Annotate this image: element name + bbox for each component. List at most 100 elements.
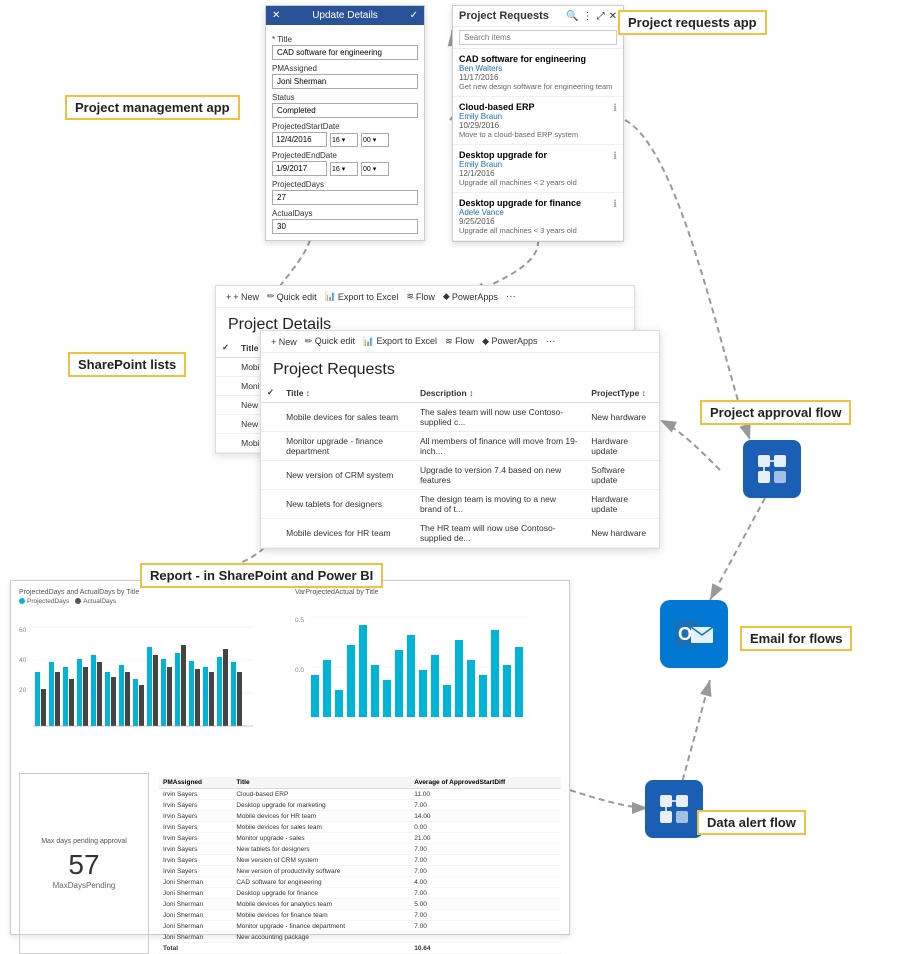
col-pm: PMAssigned [159, 777, 232, 789]
project-approval-flow-label: Project approval flow [700, 400, 851, 425]
proj-end-m[interactable]: 00 ▾ [361, 162, 389, 176]
toolbar-flow-2[interactable]: ≋ Flow [445, 336, 474, 347]
nested-project-requests: + New ✏ Quick edit 📊 Export to Excel ≋ F… [260, 330, 660, 549]
table-row: Irvin SayersDesktop upgrade for marketin… [159, 800, 561, 811]
email-for-flows-icon: O [660, 600, 728, 668]
report-lower: Max days pending approval 57 MaxDaysPend… [19, 773, 561, 954]
title-field[interactable]: CAD software for engineering [272, 45, 418, 60]
update-details-panel: ✕ Update Details ✓ * Title CAD software … [265, 5, 425, 241]
pm-assigned-field[interactable]: Joni Sherman [272, 74, 418, 89]
pr-item-3-person: Adele Vance [459, 208, 617, 217]
proj-end-label: ProjectedEndDate [272, 151, 418, 160]
col-check: ✓ [216, 338, 235, 358]
table-row: New tablets for designers The design tea… [261, 490, 659, 519]
table-row: Irvin SayersMobile devices for sales tea… [159, 822, 561, 833]
toolbar-quick-edit-2[interactable]: ✏ Quick edit [305, 336, 355, 347]
sp-toolbar-1: + + New ✏ Quick edit 📊 Export to Excel ≋… [216, 286, 634, 308]
y-axis-20: 20 [19, 687, 26, 694]
bar-chart-legend: ProjectedDays ActualDays [19, 598, 285, 605]
bar-chart: ProjectedDays and ActualDays by Title Pr… [19, 589, 285, 769]
table-row: Irvin SayersMobile devices for HR team14… [159, 811, 561, 822]
pr-item-0-person: Ben Walters [459, 64, 617, 73]
table-row: Joni ShermanCAD software for engineering… [159, 877, 561, 888]
report-area: ProjectedDays and ActualDays by Title Pr… [10, 580, 570, 935]
toolbar-new[interactable]: + + New [226, 292, 259, 302]
project-requests-list-title: Project Requests [261, 353, 659, 383]
table-row: Mobile devices for HR team The HR team w… [261, 519, 659, 548]
y-axis-60: 60 [19, 627, 26, 634]
pr-item-2-person: Emily Braun [459, 160, 617, 169]
proj-end-row: 1/9/2017 16 ▾ 00 ▾ [272, 161, 418, 176]
project-requests-table: ✓ Title ↕ Description ↕ ProjectType ↕ Mo… [261, 383, 659, 548]
col-title-r: Title [232, 777, 410, 789]
table-row: Joni ShermanMonitor upgrade - finance de… [159, 921, 561, 932]
line-chart: VarProjectedActual by Title 0.5 0.0 [295, 589, 561, 769]
project-requests-panel: Project Requests 🔍 ⋮ ⤢ ✕ CAD software fo… [452, 5, 624, 242]
status-field[interactable]: Completed [272, 103, 418, 118]
pr-panel-title: Project Requests [459, 10, 549, 22]
table-row: Joni ShermanMobile devices for analytics… [159, 899, 561, 910]
pr-item-1: ℹ Cloud-based ERP Emily Braun 10/29/2016… [453, 97, 623, 145]
table-row: Irvin SayersNew tablets for designers7.0… [159, 844, 561, 855]
email-for-flows-label: Email for flows [740, 626, 852, 651]
confirm-icon[interactable]: ✓ [410, 10, 418, 21]
line-y-05: 0.5 [295, 617, 304, 624]
toolbar-flow[interactable]: ≋ Flow [406, 291, 435, 302]
pr-item-3: ℹ Desktop upgrade for finance Adele Vanc… [453, 193, 623, 241]
project-management-app-label: Project management app [65, 95, 240, 120]
pr-item-2: ℹ Desktop upgrade for Emily Braun 12/1/2… [453, 145, 623, 193]
proj-end-h[interactable]: 16 ▾ [330, 162, 358, 176]
plus-icon: + [226, 292, 231, 302]
proj-end-field[interactable]: 1/9/2017 [272, 161, 327, 176]
info-icon-2: ℹ [613, 151, 617, 162]
toolbar-powerapps[interactable]: ◆ PowerApps [443, 291, 498, 302]
table-row: Mobile devices for sales team The sales … [261, 403, 659, 432]
pr-item-0: CAD software for engineering Ben Walters… [453, 49, 623, 97]
status-label: Status [272, 93, 418, 102]
sp-toolbar-2: + New ✏ Quick edit 📊 Export to Excel ≋ F… [261, 331, 659, 353]
report-label: Report - in SharePoint and Power BI [140, 563, 383, 588]
close-icon[interactable]: ✕ [609, 11, 617, 22]
toolbar-quick-edit[interactable]: ✏ Quick edit [267, 291, 317, 302]
max-days-sub: MaxDaysPending [53, 881, 116, 890]
pr-item-1-date: 10/29/2016 [459, 121, 617, 130]
proj-start-field[interactable]: 12/4/2016 [272, 132, 327, 147]
proj-start-row: 12/4/2016 16 ▾ 00 ▾ [272, 132, 418, 147]
pr-item-3-desc: Upgrade all machines < 3 years old [459, 226, 617, 235]
toolbar-export-2[interactable]: 📊 Export to Excel [363, 336, 437, 347]
toolbar-new-2[interactable]: + New [271, 337, 297, 347]
actual-days-label: ActualDays [272, 209, 418, 218]
pr-item-2-title: Desktop upgrade for [459, 150, 617, 160]
pr-item-1-title: Cloud-based ERP [459, 102, 617, 112]
expand-icon[interactable]: ⤢ [597, 11, 605, 22]
actual-days-field[interactable]: 30 [272, 219, 418, 234]
line-y-0: 0.0 [295, 667, 304, 674]
update-details-title: Update Details [312, 10, 378, 21]
search-icon[interactable]: 🔍 [566, 11, 578, 22]
sharepoint-lists-label: SharePoint lists [68, 352, 186, 377]
menu-icon[interactable]: ⋮ [583, 11, 593, 22]
pr-item-3-date: 9/25/2016 [459, 217, 617, 226]
proj-days-field[interactable]: 27 [272, 190, 418, 205]
proj-start-m[interactable]: 00 ▾ [361, 133, 389, 147]
table-row: Irvin SayersMonitor upgrade - sales21.00 [159, 833, 561, 844]
project-approval-flow-icon [743, 440, 801, 498]
search-input[interactable] [459, 30, 617, 45]
col-title-2: Title ↕ [280, 383, 414, 403]
col-type: ProjectType ↕ [585, 383, 659, 403]
col-avg: Average of ApprovedStartDiff [410, 777, 561, 789]
table-row: Joni ShermanDesktop upgrade for finance7… [159, 888, 561, 899]
table-row: New version of CRM system Upgrade to ver… [261, 461, 659, 490]
project-requests-app-label: Project requests app [618, 10, 767, 35]
pr-search-bar [453, 27, 623, 49]
toolbar-powerapps-2[interactable]: ◆ PowerApps [482, 336, 537, 347]
svg-text:O: O [678, 624, 692, 644]
main-diagram: ✕ Update Details ✓ * Title CAD software … [0, 0, 899, 951]
toolbar-export[interactable]: 📊 Export to Excel [325, 291, 399, 302]
close-icon[interactable]: ✕ [272, 10, 280, 21]
proj-start-h[interactable]: 16 ▾ [330, 133, 358, 147]
toolbar-more-2[interactable]: ··· [546, 336, 556, 347]
info-icon: ℹ [613, 103, 617, 114]
toolbar-more[interactable]: ··· [506, 291, 516, 302]
pr-item-3-title: Desktop upgrade for finance [459, 198, 617, 208]
